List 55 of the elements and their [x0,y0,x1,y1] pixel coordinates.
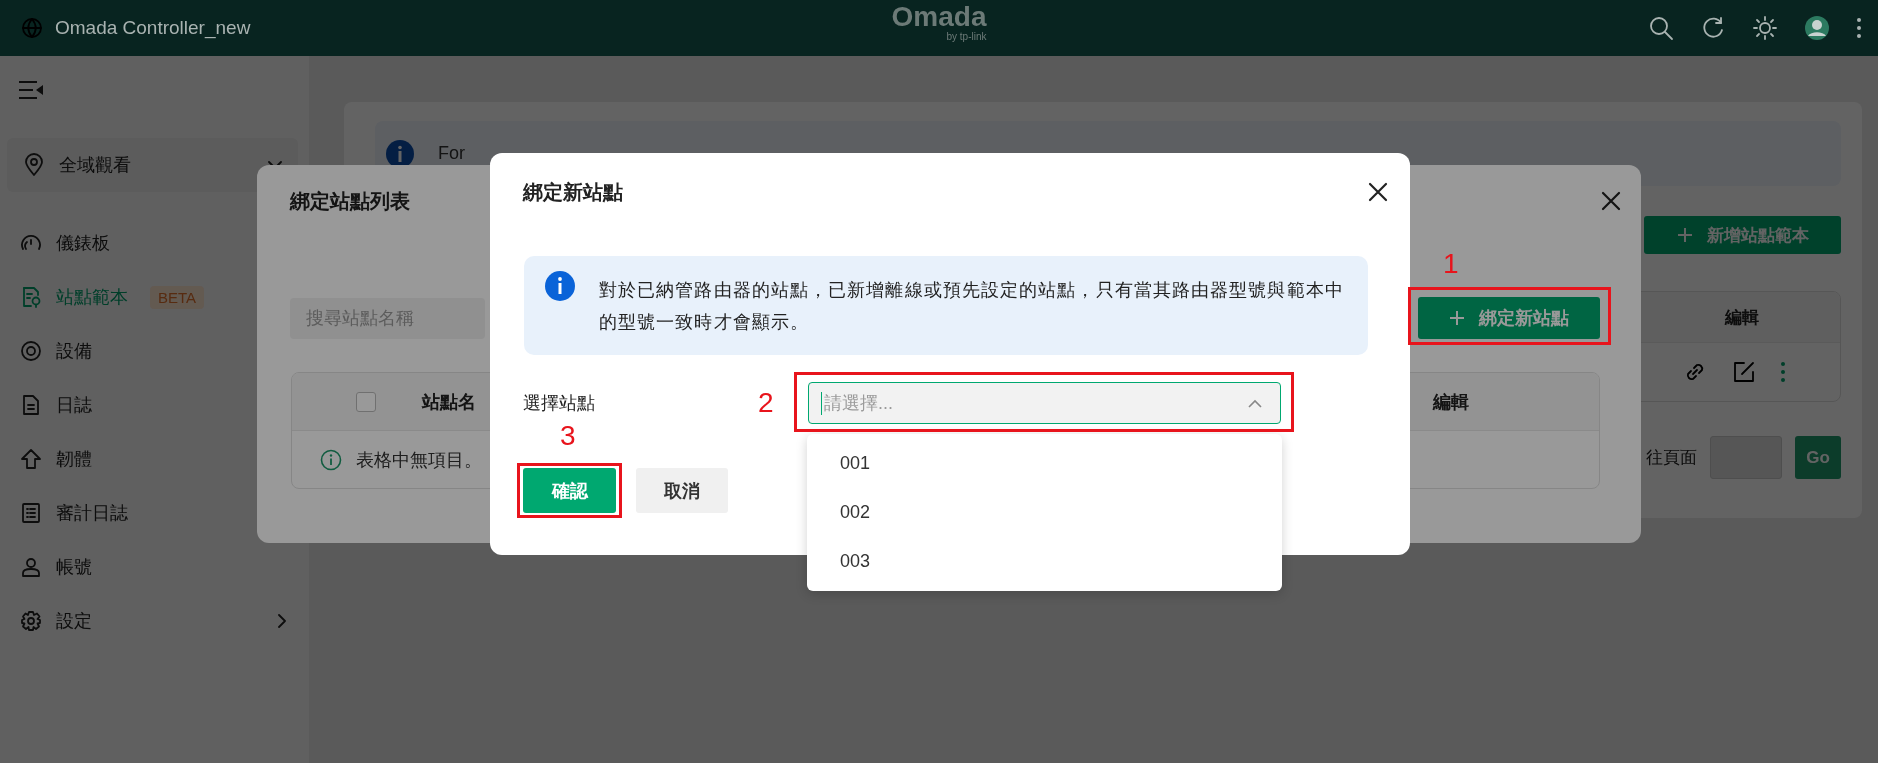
add-template-button[interactable]: 新增站點範本 [1644,216,1841,254]
app-title: Omada Controller_new [55,17,251,39]
target-icon [20,340,42,362]
dropdown-option[interactable]: 003 [807,537,1282,586]
select-all-checkbox[interactable] [356,391,376,412]
close-icon[interactable] [1367,181,1389,203]
more-icon[interactable] [1856,17,1862,39]
goto-page-label: 往頁面 [1646,447,1697,469]
empty-message: 表格中無項目。 [356,448,482,472]
document-pin-icon [20,286,42,308]
nav-item[interactable]: 審計日誌 [0,486,150,540]
nav-item[interactable]: 儀錶板 [0,216,132,270]
logo: Omada by tp-link [891,2,987,42]
dropdown-option[interactable]: 001 [807,439,1282,488]
nav-item[interactable]: 日誌 [0,378,114,432]
refresh-icon[interactable] [1700,15,1726,41]
site-selector[interactable]: 全域觀看 [7,138,298,192]
plus-icon [1676,227,1693,243]
location-pin-icon [23,153,45,177]
column-header: 站點名 [422,390,476,414]
info-text: For [438,143,465,164]
column-header: 編輯 [1431,390,1470,414]
nav-item[interactable]: 站點範本 BETA [0,270,227,324]
menu-icon[interactable] [19,81,44,99]
search-icon[interactable] [1648,15,1674,41]
globe-icon [21,17,43,39]
confirm-button[interactable]: 確認 [523,468,616,513]
avatar-icon[interactable] [1804,15,1830,41]
close-icon[interactable] [1600,190,1622,212]
nav-item[interactable]: 帳號 [0,540,114,594]
beta-badge: BETA [150,285,205,309]
step-number: 2 [758,386,774,420]
settings-icon [20,610,42,632]
dropdown-option[interactable]: 002 [807,488,1282,537]
step-number: 3 [560,419,576,453]
nav-item[interactable]: 設備 [0,324,114,378]
plus-icon [1449,310,1465,326]
cancel-button[interactable]: 取消 [636,468,728,513]
step-number: 1 [1443,247,1459,281]
person-icon [20,556,42,578]
nav-item[interactable]: 韌體 [0,432,114,486]
column-header: 編輯 [1723,306,1760,329]
field-label: 選擇站點 [523,392,595,415]
document-icon [20,394,42,416]
edit-icon[interactable] [1732,360,1756,384]
info-icon [545,271,575,301]
list-icon [20,502,42,524]
info-icon [320,448,342,471]
nav-item[interactable]: 設定 [0,594,309,648]
sun-icon[interactable] [1752,15,1778,41]
go-button[interactable]: Go [1795,436,1841,479]
up-arrow-icon [20,448,42,470]
bind-site-button[interactable]: 綁定新站點 [1418,297,1600,339]
dialog-title: 綁定新站點 [523,179,623,205]
notice-text: 對於已納管路由器的站點，已新增離線或預先設定的站點，只有當其路由器型號與範本中的型號一致時才會顯示。 [599,278,1345,334]
